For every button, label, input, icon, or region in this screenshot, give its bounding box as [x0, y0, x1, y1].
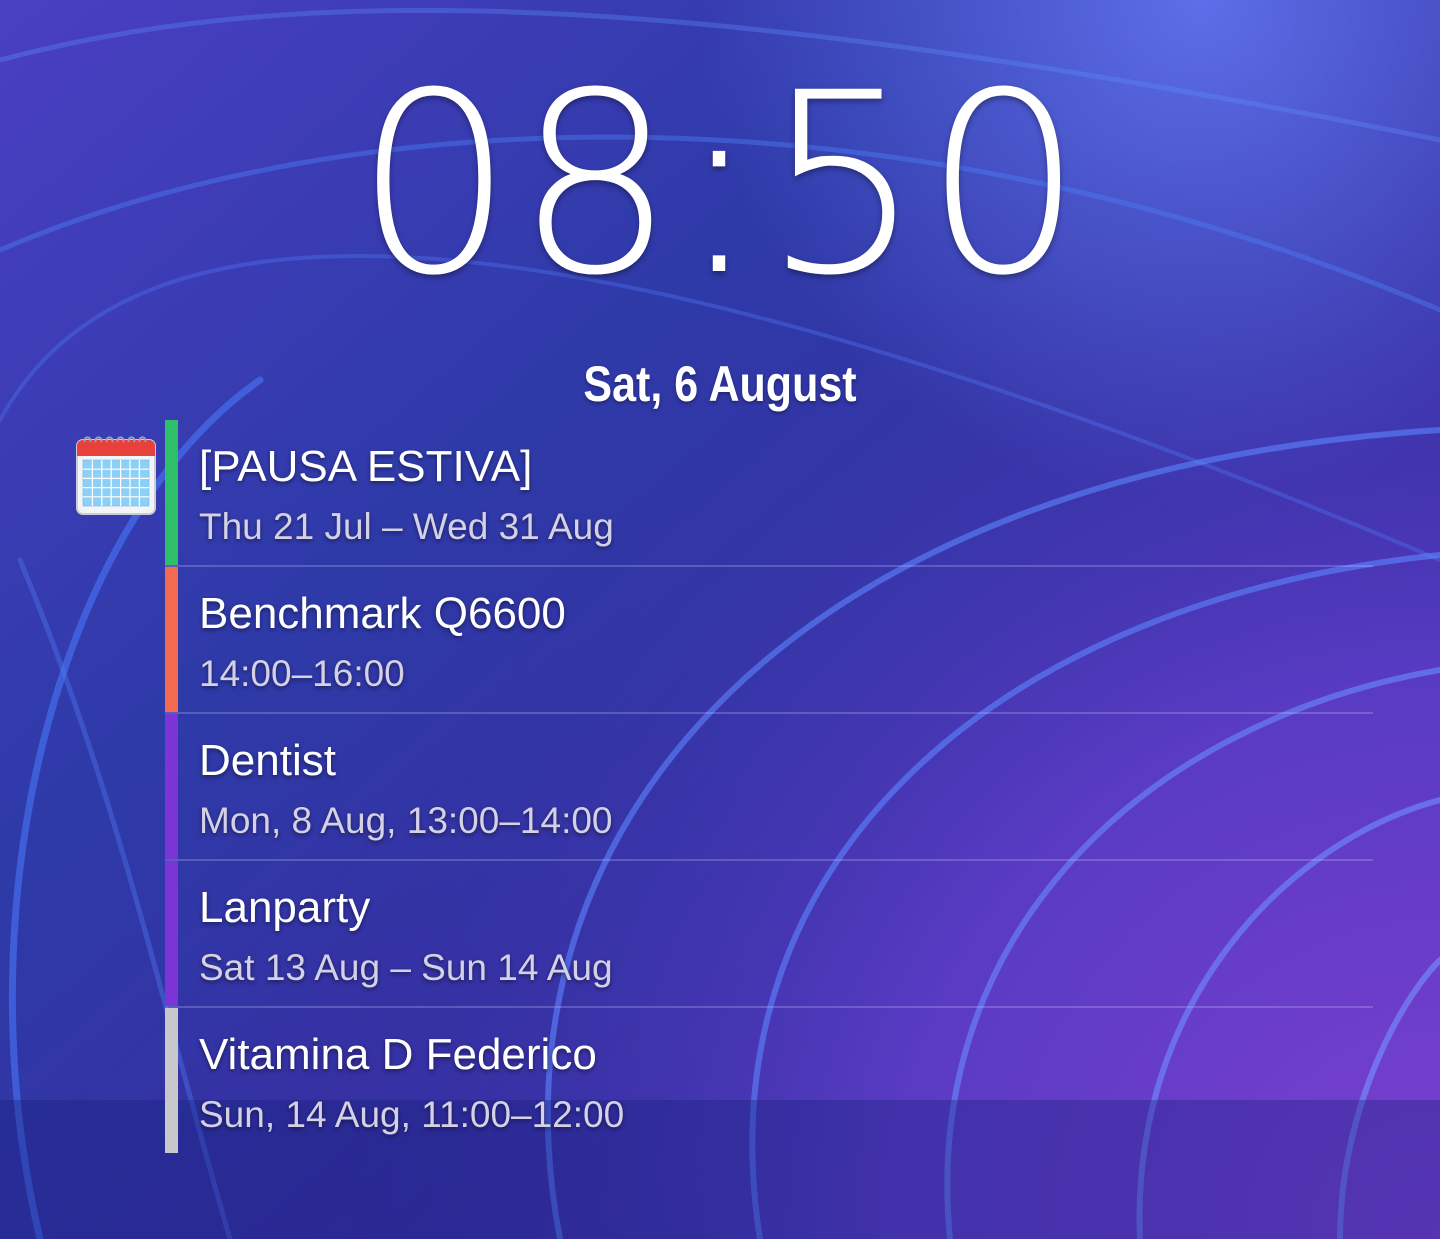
event-title: Dentist	[199, 736, 336, 785]
event-time: 14:00–16:00	[199, 653, 405, 694]
event-color-bar	[165, 567, 178, 712]
event-title: Benchmark Q6600	[199, 589, 566, 638]
event-color-bar	[165, 1008, 178, 1153]
lockscreen-clock[interactable]: 08:50	[0, 60, 1440, 310]
calendar-icon[interactable]	[76, 432, 156, 516]
event-color-bar	[165, 861, 178, 1006]
event-title: Lanparty	[199, 883, 371, 932]
event-color-bar	[165, 714, 178, 859]
event-row[interactable]: Vitamina D Federico Sun, 14 Aug, 11:00–1…	[165, 1008, 1373, 1153]
event-row[interactable]: Lanparty Sat 13 Aug – Sun 14 Aug	[165, 861, 1373, 1008]
event-time: Mon, 8 Aug, 13:00–14:00	[199, 800, 613, 841]
event-row[interactable]: Benchmark Q6600 14:00–16:00	[165, 567, 1373, 714]
agenda-event-list: [PAUSA ESTIVA] Thu 21 Jul – Wed 31 Aug B…	[165, 420, 1373, 1153]
event-color-bar	[165, 420, 178, 565]
event-title: [PAUSA ESTIVA]	[199, 442, 533, 491]
event-time: Sat 13 Aug – Sun 14 Aug	[199, 947, 613, 988]
event-row[interactable]: Dentist Mon, 8 Aug, 13:00–14:00	[165, 714, 1373, 861]
event-title: Vitamina D Federico	[199, 1030, 597, 1079]
event-row[interactable]: [PAUSA ESTIVA] Thu 21 Jul – Wed 31 Aug	[165, 420, 1373, 567]
event-time: Sun, 14 Aug, 11:00–12:00	[199, 1094, 625, 1135]
event-time: Thu 21 Jul – Wed 31 Aug	[199, 506, 614, 547]
lockscreen-date[interactable]: Sat, 6 August	[101, 352, 1339, 416]
